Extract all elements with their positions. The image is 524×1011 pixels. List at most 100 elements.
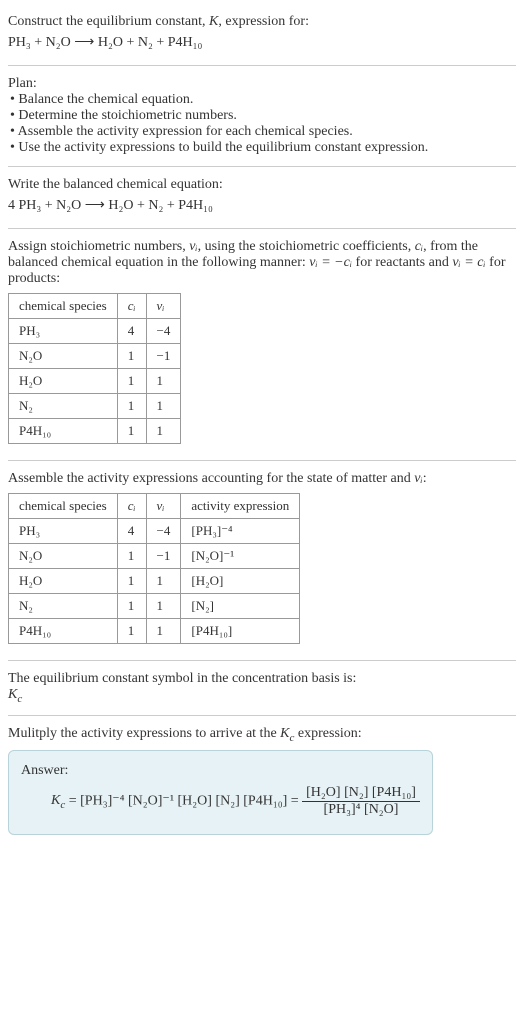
cell-nu: 1 bbox=[146, 369, 181, 394]
plan-item: • Balance the chemical equation. bbox=[10, 92, 516, 108]
multiply-section: Mulitply the activity expressions to arr… bbox=[8, 720, 516, 847]
col-ci: cᵢ bbox=[117, 494, 146, 519]
table-header-row: chemical species cᵢ νᵢ bbox=[9, 294, 181, 319]
table-row: N₂11[N₂] bbox=[9, 594, 300, 619]
problem-statement: Construct the equilibrium constant, K, e… bbox=[8, 8, 516, 61]
multiply-text: expression: bbox=[294, 726, 361, 741]
cell-c: 1 bbox=[117, 394, 146, 419]
ci-symbol: cᵢ bbox=[415, 239, 423, 254]
cell-species: PH₃ bbox=[9, 519, 118, 544]
table-row: N₂O1−1[N₂O]⁻¹ bbox=[9, 544, 300, 569]
table-row: PH₃4−4 bbox=[9, 319, 181, 344]
cell-species: N₂O bbox=[9, 544, 118, 569]
cell-c: 1 bbox=[117, 344, 146, 369]
cell-nu: −1 bbox=[146, 544, 181, 569]
stoich-table: chemical species cᵢ νᵢ PH₃4−4 N₂O1−1 H₂O… bbox=[8, 293, 181, 444]
cell-c: 1 bbox=[117, 544, 146, 569]
cell-species: N₂ bbox=[9, 394, 118, 419]
activity-text: : bbox=[423, 471, 427, 486]
cell-species: P4H₁₀ bbox=[9, 619, 118, 644]
fraction: [H₂O] [N₂] [P4H₁₀] [PH₃]⁴ [N₂O] bbox=[302, 785, 420, 818]
divider bbox=[8, 660, 516, 661]
table-row: N₂O1−1 bbox=[9, 344, 181, 369]
cell-species: N₂ bbox=[9, 594, 118, 619]
intro-text: Construct the equilibrium constant, bbox=[8, 14, 209, 29]
cell-nu: 1 bbox=[146, 569, 181, 594]
balanced-equation: 4 PH₃ + N₂O ⟶ H₂O + N₂ + P4H₁₀ bbox=[8, 197, 516, 214]
activity-table: chemical species cᵢ νᵢ activity expressi… bbox=[8, 493, 300, 644]
col-nu: νᵢ bbox=[146, 294, 181, 319]
stoich-text: for reactants and bbox=[352, 255, 452, 270]
kc-inline: Kc bbox=[280, 726, 294, 741]
kc-text: The equilibrium constant symbol in the c… bbox=[8, 671, 516, 687]
divider bbox=[8, 228, 516, 229]
unbalanced-equation: PH₃ + N₂O ⟶ H₂O + N₂ + P4H₁₀ bbox=[8, 34, 516, 51]
cell-nu: 1 bbox=[146, 419, 181, 444]
rel1: νᵢ = −cᵢ bbox=[309, 255, 352, 270]
cell-nu: −4 bbox=[146, 319, 181, 344]
table-row: P4H₁₀11 bbox=[9, 419, 181, 444]
stoich-text: Assign stoichiometric numbers, bbox=[8, 239, 189, 254]
cell-species: N₂O bbox=[9, 344, 118, 369]
kc-label: Kc bbox=[8, 687, 22, 702]
divider bbox=[8, 65, 516, 66]
cell-c: 4 bbox=[117, 319, 146, 344]
nu-symbol: νᵢ bbox=[189, 239, 197, 254]
plan-item: • Assemble the activity expression for e… bbox=[10, 124, 516, 140]
col-species: chemical species bbox=[9, 494, 118, 519]
cell-species: H₂O bbox=[9, 369, 118, 394]
k-symbol: K bbox=[209, 14, 218, 29]
table-header-row: chemical species cᵢ νᵢ activity expressi… bbox=[9, 494, 300, 519]
table-row: PH₃4−4[PH₃]⁻⁴ bbox=[9, 519, 300, 544]
cell-activity: [PH₃]⁻⁴ bbox=[181, 519, 300, 544]
table-row: N₂11 bbox=[9, 394, 181, 419]
stoich-section: Assign stoichiometric numbers, νᵢ, using… bbox=[8, 233, 516, 456]
cell-nu: −1 bbox=[146, 344, 181, 369]
col-nu: νᵢ bbox=[146, 494, 181, 519]
cell-c: 1 bbox=[117, 419, 146, 444]
plan-item: • Determine the stoichiometric numbers. bbox=[10, 108, 516, 124]
plan-item: • Use the activity expressions to build … bbox=[10, 140, 516, 156]
kc-symbol: Kc bbox=[8, 687, 516, 705]
numerator: [H₂O] [N₂] [P4H₁₀] bbox=[302, 785, 420, 802]
kc-symbol-section: The equilibrium constant symbol in the c… bbox=[8, 665, 516, 711]
col-species: chemical species bbox=[9, 294, 118, 319]
cell-activity: [P4H₁₀] bbox=[181, 619, 300, 644]
answer-box: Answer: Kc = [PH₃]⁻⁴ [N₂O]⁻¹ [H₂O] [N₂] … bbox=[8, 750, 433, 835]
cell-activity: [N₂] bbox=[181, 594, 300, 619]
table-row: H₂O11 bbox=[9, 369, 181, 394]
cell-nu: 1 bbox=[146, 394, 181, 419]
cell-nu: 1 bbox=[146, 594, 181, 619]
activity-section: Assemble the activity expressions accoun… bbox=[8, 465, 516, 656]
denominator: [PH₃]⁴ [N₂O] bbox=[302, 802, 420, 818]
col-ci: cᵢ bbox=[117, 294, 146, 319]
answer-left: = [PH₃]⁻⁴ [N₂O]⁻¹ [H₂O] [N₂] [P4H₁₀] = bbox=[65, 793, 302, 808]
answer-equation: Kc = [PH₃]⁻⁴ [N₂O]⁻¹ [H₂O] [N₂] [P4H₁₀] … bbox=[21, 785, 420, 818]
intro-text-b: , expression for: bbox=[218, 14, 309, 29]
table-row: P4H₁₀11[P4H₁₀] bbox=[9, 619, 300, 644]
cell-c: 1 bbox=[117, 569, 146, 594]
answer-label: Answer: bbox=[21, 763, 420, 779]
col-activity: activity expression bbox=[181, 494, 300, 519]
activity-text: Assemble the activity expressions accoun… bbox=[8, 471, 414, 486]
cell-activity: [N₂O]⁻¹ bbox=[181, 544, 300, 569]
cell-nu: −4 bbox=[146, 519, 181, 544]
cell-species: PH₃ bbox=[9, 319, 118, 344]
cell-nu: 1 bbox=[146, 619, 181, 644]
cell-species: H₂O bbox=[9, 569, 118, 594]
balanced-heading: Write the balanced chemical equation: bbox=[8, 177, 516, 193]
cell-c: 1 bbox=[117, 369, 146, 394]
multiply-text: Mulitply the activity expressions to arr… bbox=[8, 726, 280, 741]
divider bbox=[8, 460, 516, 461]
cell-c: 4 bbox=[117, 519, 146, 544]
cell-c: 1 bbox=[117, 594, 146, 619]
nu-symbol: νᵢ bbox=[414, 471, 422, 486]
plan-heading: Plan: bbox=[8, 76, 516, 92]
kc-symbol: Kc bbox=[51, 793, 65, 808]
cell-c: 1 bbox=[117, 619, 146, 644]
cell-species: P4H₁₀ bbox=[9, 419, 118, 444]
cell-activity: [H₂O] bbox=[181, 569, 300, 594]
plan-section: Plan: • Balance the chemical equation. •… bbox=[8, 70, 516, 162]
balanced-section: Write the balanced chemical equation: 4 … bbox=[8, 171, 516, 224]
table-row: H₂O11[H₂O] bbox=[9, 569, 300, 594]
